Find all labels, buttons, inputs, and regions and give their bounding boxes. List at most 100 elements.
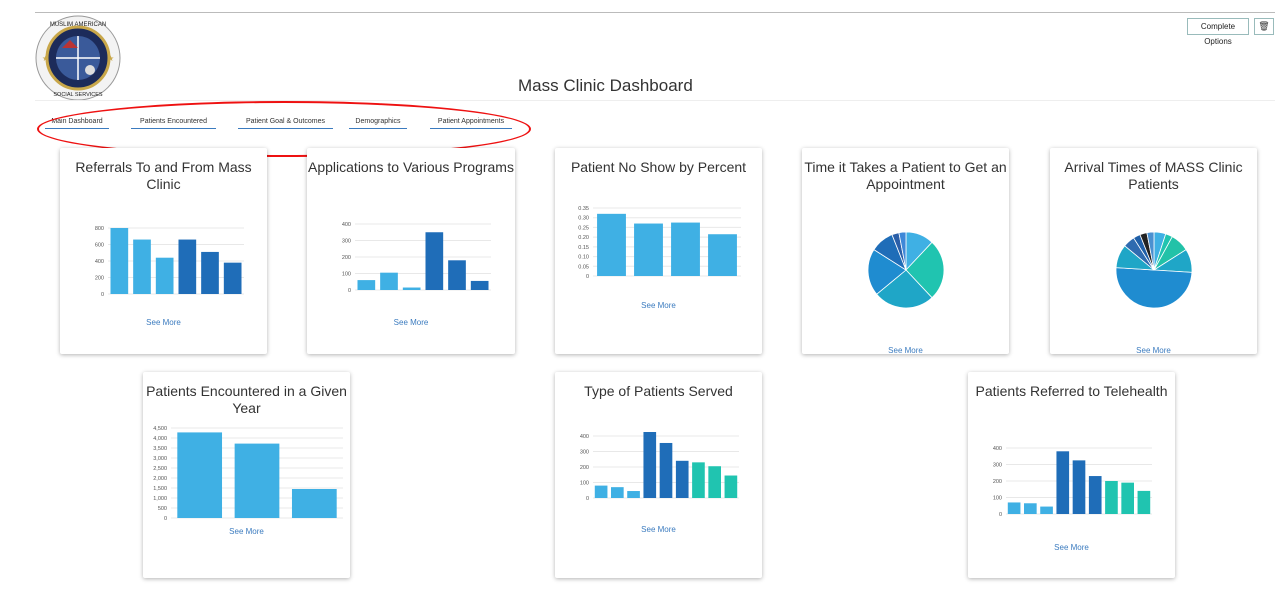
- see-more-link[interactable]: See More: [968, 543, 1175, 552]
- page-title: Mass Clinic Dashboard: [518, 76, 693, 95]
- bar: [659, 442, 673, 498]
- bar: [1137, 490, 1151, 514]
- bar: [155, 257, 174, 294]
- bar: [110, 228, 129, 294]
- logo-text-bottom: SOCIAL SERVICES: [53, 92, 103, 98]
- bar: [643, 432, 657, 498]
- y-tick-label: 2,500: [153, 466, 167, 472]
- y-tick-label: 200: [580, 465, 589, 471]
- see-more-link[interactable]: See More: [555, 301, 762, 310]
- see-more-link[interactable]: See More: [555, 525, 762, 534]
- chart-applications: 0 100 200 300 400: [342, 222, 491, 294]
- see-more-link[interactable]: See More: [1050, 346, 1257, 355]
- bar: [177, 432, 223, 518]
- chart-title: Patient No Show by Percent: [570, 159, 747, 175]
- see-more-link[interactable]: See More: [60, 318, 267, 327]
- y-tick-label: 0: [586, 274, 589, 280]
- y-tick-label: 0.20: [578, 235, 589, 241]
- chart-telehealth: 0 100 200 300 400: [993, 446, 1152, 518]
- y-tick-label: 0.30: [578, 216, 589, 222]
- y-tick-label: 3,000: [153, 456, 167, 462]
- complete-options-button[interactable]: Complete Options: [1187, 18, 1249, 46]
- chart-type-of-patients: 0 100 200 300 400: [580, 432, 739, 502]
- y-tick-label: 0.05: [578, 264, 589, 270]
- y-tick-label: 100: [580, 481, 589, 487]
- bar: [1040, 506, 1053, 514]
- bar: [470, 280, 489, 290]
- chart-title: Referrals To and From Mass Clinic: [75, 159, 252, 192]
- chart-card-patients-encountered: Patients Encountered in a Given Year 0 50…: [143, 372, 350, 578]
- y-tick-label: 1,000: [153, 496, 167, 502]
- logo-text-top: MUSLIM AMERICAN: [50, 22, 106, 28]
- see-more-link[interactable]: See More: [307, 318, 515, 327]
- bar: [291, 489, 337, 518]
- y-tick-label: 0.15: [578, 245, 589, 251]
- trash-icon[interactable]: 🗑: [1254, 18, 1274, 35]
- y-tick-label: 200: [95, 276, 104, 282]
- bar: [380, 272, 398, 290]
- y-tick-label: 300: [342, 239, 351, 245]
- bar: [425, 232, 444, 290]
- chart-card-type-of-patients: Type of Patients Served 0 100 200 300 400 Se…: [555, 372, 762, 578]
- chart-title: Type of Patients Served: [584, 383, 733, 399]
- see-more-link[interactable]: See More: [143, 527, 350, 536]
- bar: [223, 262, 242, 294]
- y-tick-label: 300: [993, 463, 1002, 469]
- top-divider: [35, 12, 1275, 13]
- bar: [724, 475, 738, 498]
- pie-slice: [1115, 267, 1193, 309]
- bar: [1072, 460, 1086, 514]
- chart-title: Applications to Various Programs: [308, 159, 514, 175]
- header-divider: [35, 100, 1275, 101]
- y-tick-label: 0: [999, 512, 1002, 518]
- bar: [448, 260, 466, 290]
- bar: [634, 223, 663, 276]
- bar: [1088, 476, 1102, 514]
- bar: [611, 487, 624, 498]
- chart-card-applications: Applications to Various Programs 0 100 200…: [307, 148, 515, 354]
- chart-card-telehealth: Patients Referred to Telehealth 0 100 200 3…: [968, 372, 1175, 578]
- chart-card-no-show: Patient No Show by Percent 0 0.05 0.10 0.15…: [555, 148, 762, 354]
- y-tick-label: 400: [342, 222, 351, 228]
- bar: [178, 239, 197, 294]
- bar: [597, 213, 626, 276]
- y-tick-label: 500: [158, 506, 167, 512]
- chart-referrals: 0 200 400 600 800: [95, 226, 244, 298]
- y-tick-label: 0.25: [578, 225, 589, 231]
- y-tick-label: 400: [993, 446, 1002, 452]
- y-tick-label: 400: [580, 434, 589, 440]
- bar: [708, 234, 737, 276]
- y-tick-label: 200: [993, 479, 1002, 485]
- chart-appointment-time: [867, 231, 945, 309]
- svg-text:★: ★: [42, 54, 49, 63]
- chart-patients-encountered: 0 500 1,000 1,500 2,000 2,500 3,000 3,500 4,000 4…: [153, 426, 343, 522]
- y-tick-label: 100: [342, 272, 351, 278]
- y-tick-label: 300: [580, 450, 589, 456]
- see-more-link[interactable]: See More: [802, 346, 1009, 355]
- bar: [627, 491, 640, 498]
- y-tick-label: 0: [101, 292, 104, 298]
- y-tick-label: 0: [348, 288, 351, 294]
- bar: [357, 280, 376, 290]
- y-tick-label: 600: [95, 243, 104, 249]
- y-tick-label: 4,500: [153, 426, 167, 432]
- bar: [692, 462, 705, 498]
- chart-no-show: 0 0.05 0.10 0.15 0.20 0.25 0.30 0.35: [578, 206, 741, 280]
- bar: [133, 239, 151, 294]
- bar: [402, 287, 421, 290]
- chart-title: Patients Encountered in a Given Year: [146, 383, 347, 416]
- y-tick-label: 200: [342, 255, 351, 261]
- bar: [1024, 503, 1037, 514]
- bar: [671, 222, 700, 276]
- chart-arrival-times: [1115, 231, 1193, 309]
- chart-card-arrival-times: Arrival Times of MASS Clinic Patients Se…: [1050, 148, 1257, 355]
- bar: [708, 466, 721, 498]
- y-tick-label: 0: [586, 496, 589, 502]
- svg-text:★: ★: [107, 54, 114, 63]
- y-tick-label: 2,000: [153, 476, 167, 482]
- y-tick-label: 4,000: [153, 436, 167, 442]
- bar: [1007, 502, 1021, 514]
- bar: [1105, 481, 1118, 514]
- y-tick-label: 1,500: [153, 486, 167, 492]
- bar: [1056, 451, 1070, 514]
